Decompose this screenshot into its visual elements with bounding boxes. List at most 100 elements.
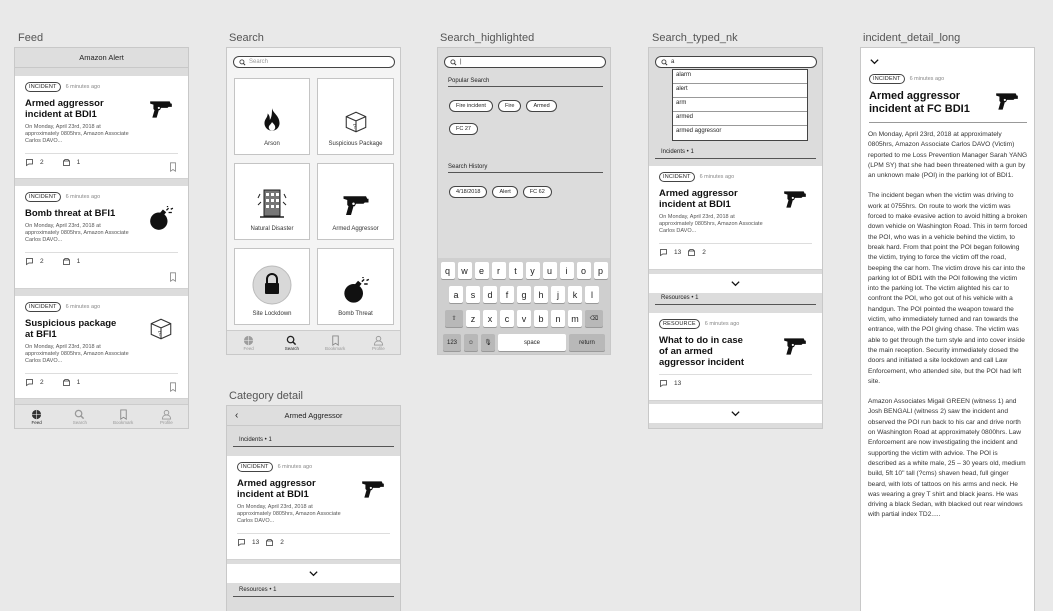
comment-icon[interactable] [25,257,34,266]
key[interactable]: h [534,286,548,303]
key[interactable]: s [466,286,480,303]
comment-icon[interactable] [237,538,246,547]
tab-search[interactable]: Search [58,405,101,428]
key[interactable]: y [525,262,540,279]
history-chip[interactable]: Alert [492,186,518,198]
search-icon [286,335,297,346]
tab-feed[interactable]: Feed [227,331,270,354]
key[interactable]: d [483,286,497,303]
key[interactable]: g [517,286,531,303]
emoji-key[interactable]: ☺ [464,334,478,351]
key[interactable]: b [534,310,548,327]
incident-card[interactable]: INCIDENT 6 minutes ago Armed aggressor in… [649,166,822,270]
comment-icon[interactable] [25,158,34,167]
key[interactable]: r [491,262,506,279]
key[interactable]: q [440,262,455,279]
expand-resources[interactable] [649,404,822,423]
backspace-key[interactable]: ⌫ [585,310,603,327]
category-armed-aggressor[interactable]: Armed Aggressor [317,163,394,240]
type-badge: INCIDENT [25,82,61,92]
package-icon [343,109,369,135]
feed-card[interactable]: INCIDENT 6 minutes ago Armed aggressor in… [15,76,188,179]
bookmark-icon[interactable] [168,272,178,282]
chevron-down-icon [308,568,319,579]
suggestion-item[interactable]: armed aggressor [673,126,807,140]
category-arson[interactable]: Arson [234,78,310,155]
space-key[interactable]: space [498,334,566,351]
card-title: What to do in case of an armed aggressor… [659,335,744,368]
key[interactable]: x [483,310,497,327]
popular-chip[interactable]: FC 27 [449,123,478,135]
expand-incidents[interactable] [649,274,822,293]
key[interactable]: e [474,262,489,279]
body-paragraph: On Monday, April 23rd, 2018 at approxima… [868,131,1028,180]
key[interactable]: u [542,262,557,279]
tab-profile[interactable]: Profile [357,331,400,354]
key[interactable]: l [585,286,599,303]
search-input[interactable]: a [655,56,817,68]
suggestion-item[interactable]: armed [673,112,807,126]
tab-profile[interactable]: Profile [145,405,188,428]
suggestion-item[interactable]: alert [673,84,807,98]
expand-incidents[interactable] [227,564,400,583]
category-suspicious-package[interactable]: Suspicious Package [317,78,394,155]
mic-key[interactable]: 🎙 [481,334,495,351]
popular-chip[interactable]: Fire incident [449,100,493,112]
bookmark-icon[interactable] [168,162,178,172]
person-icon [373,335,384,346]
search-input[interactable]: Search [233,56,395,68]
key[interactable]: o [576,262,591,279]
popular-chip[interactable]: Fire [497,100,522,112]
globe-icon [243,335,254,346]
bookmark-icon[interactable] [168,382,178,392]
tab-feed[interactable]: Feed [15,405,58,428]
key[interactable]: w [457,262,472,279]
autocomplete-list: alarm alert arm armed armed aggressor [672,69,808,141]
category-site-lockdown[interactable]: Site Lockdown [234,248,310,325]
history-chip[interactable]: 4/18/2018 [449,186,488,198]
key[interactable]: i [559,262,574,279]
key[interactable]: k [568,286,582,303]
card-snippet: On Monday, April 23rd, 2018 at approxima… [25,223,129,243]
category-header: ‹ Armed Aggressor [227,406,400,426]
feed-card[interactable]: INCIDENT 6 minutes ago Bomb threat at BFI… [15,186,188,289]
suggestion-item[interactable]: arm [673,98,807,112]
category-bomb-threat[interactable]: Bomb Threat [317,248,394,325]
person-icon [161,409,172,420]
feed-card[interactable]: INCIDENT 6 minutes ago Suspicious package… [15,296,188,399]
tab-bookmark[interactable]: Bookmark [314,331,357,354]
comment-icon[interactable] [659,379,668,388]
key[interactable]: m [568,310,582,327]
collapse-chevron-icon[interactable] [869,56,880,67]
tab-search[interactable]: Search [270,331,313,354]
type-badge: INCIDENT [869,74,905,84]
popular-chip[interactable]: Armed [526,100,557,112]
key[interactable]: n [551,310,565,327]
card-snippet: On Monday, April 23rd, 2018 at approxima… [659,214,763,234]
back-arrow-icon[interactable]: ‹ [235,410,238,421]
key[interactable]: v [517,310,531,327]
comment-icon[interactable] [659,248,668,257]
timestamp: 6 minutes ago [65,194,101,200]
bookmark-icon [118,409,129,420]
key[interactable]: a [449,286,463,303]
category-natural-disaster[interactable]: Natural Disaster [234,163,310,240]
suggestion-item[interactable]: alarm [673,70,807,84]
numbers-key[interactable]: 123 [443,334,461,351]
key[interactable]: z [466,310,480,327]
search-input[interactable]: | [444,56,606,68]
key[interactable]: p [593,262,608,279]
key[interactable]: c [500,310,514,327]
tab-bookmark[interactable]: Bookmark [102,405,145,428]
incident-card[interactable]: INCIDENT 6 minutes ago Armed aggressor in… [227,456,400,560]
resource-card[interactable]: RESOURCE 6 minutes ago What to do in case… [649,313,822,401]
key[interactable]: j [551,286,565,303]
gun-icon [994,88,1020,114]
return-key[interactable]: return [569,334,605,351]
history-chip[interactable]: FC 62 [522,186,552,198]
key[interactable]: f [500,286,514,303]
shift-key[interactable]: ⇧ [445,310,463,327]
search-highlighted-screen: | Popular Search Fire incident Fire Armed … [437,47,611,355]
key[interactable]: t [508,262,523,279]
comment-icon[interactable] [25,378,34,387]
